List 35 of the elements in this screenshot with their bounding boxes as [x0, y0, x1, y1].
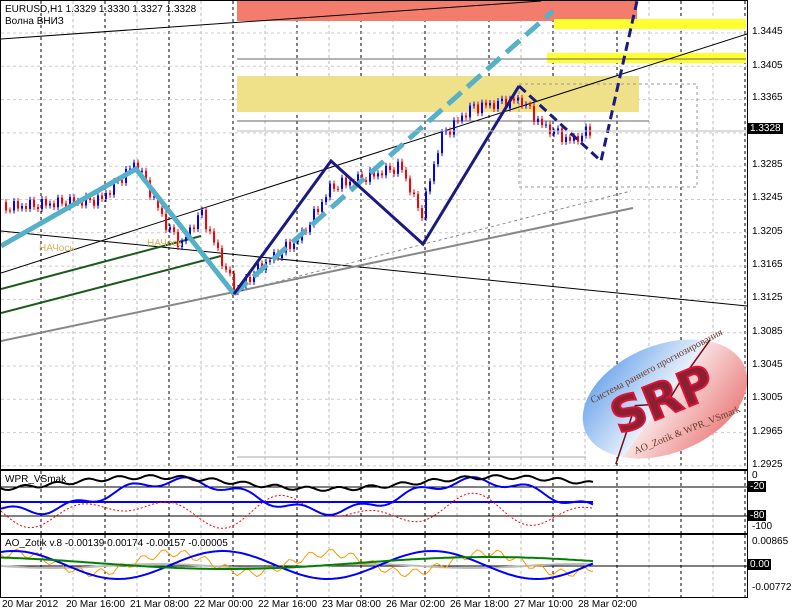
time-label: 22 Mar 00:00 [194, 599, 253, 611]
chart-caption: Волна ВНИЗ [5, 16, 64, 28]
time-label: 21 Mar 08:00 [130, 599, 189, 611]
axis-label: 1.3125 [752, 292, 783, 303]
time-label: 26 Mar 02:00 [386, 599, 445, 611]
chart-symbol-info: EURUSD,H1 1.3329 1.3330 1.3327 1.3328 [5, 4, 196, 16]
axis-label: 1.3005 [752, 392, 783, 403]
price-badge: 1.3328 [748, 123, 783, 134]
axis-label: 1.3285 [752, 159, 783, 170]
axis-label: 1.3245 [752, 192, 783, 203]
time-label: 20 Mar 16:00 [66, 599, 125, 611]
time-label: 20 Mar 2012 [2, 599, 58, 611]
time-label: 27 Mar 10:00 [514, 599, 573, 611]
axis-label: 1.3165 [752, 259, 783, 270]
indicator-title: WPR_VSmak [5, 474, 66, 486]
time-label: 28 Mar 02:00 [578, 599, 637, 611]
axis-label: 1.3445 [752, 26, 783, 37]
axis-label: 1.3085 [752, 326, 783, 337]
axis-label: 1.3365 [752, 92, 783, 103]
time-label: 23 Mar 08:00 [322, 599, 381, 611]
axis-label: 0 [752, 470, 758, 481]
axis-label: 0.00865 [752, 536, 788, 547]
price-badge: 0.00 [748, 559, 772, 570]
time-label: 26 Mar 18:00 [450, 599, 509, 611]
indicator-title: AO_Zotik v.8 -0.00139 0.00174 -0.00157 -0.00005 [5, 538, 228, 550]
axis-label: -0.00772 [752, 582, 792, 593]
axis-label: 1.2925 [752, 459, 783, 470]
axis-label: 1.3045 [752, 359, 783, 370]
axis-label: 1.3405 [752, 60, 783, 71]
time-label: 22 Mar 16:00 [258, 599, 317, 611]
axis-label: -100 [752, 521, 772, 532]
price-badge: -80 [748, 510, 766, 521]
axis-label: 1.2965 [752, 426, 783, 437]
price-badge: -20 [748, 481, 766, 492]
axis-label: 1.3205 [752, 226, 783, 237]
